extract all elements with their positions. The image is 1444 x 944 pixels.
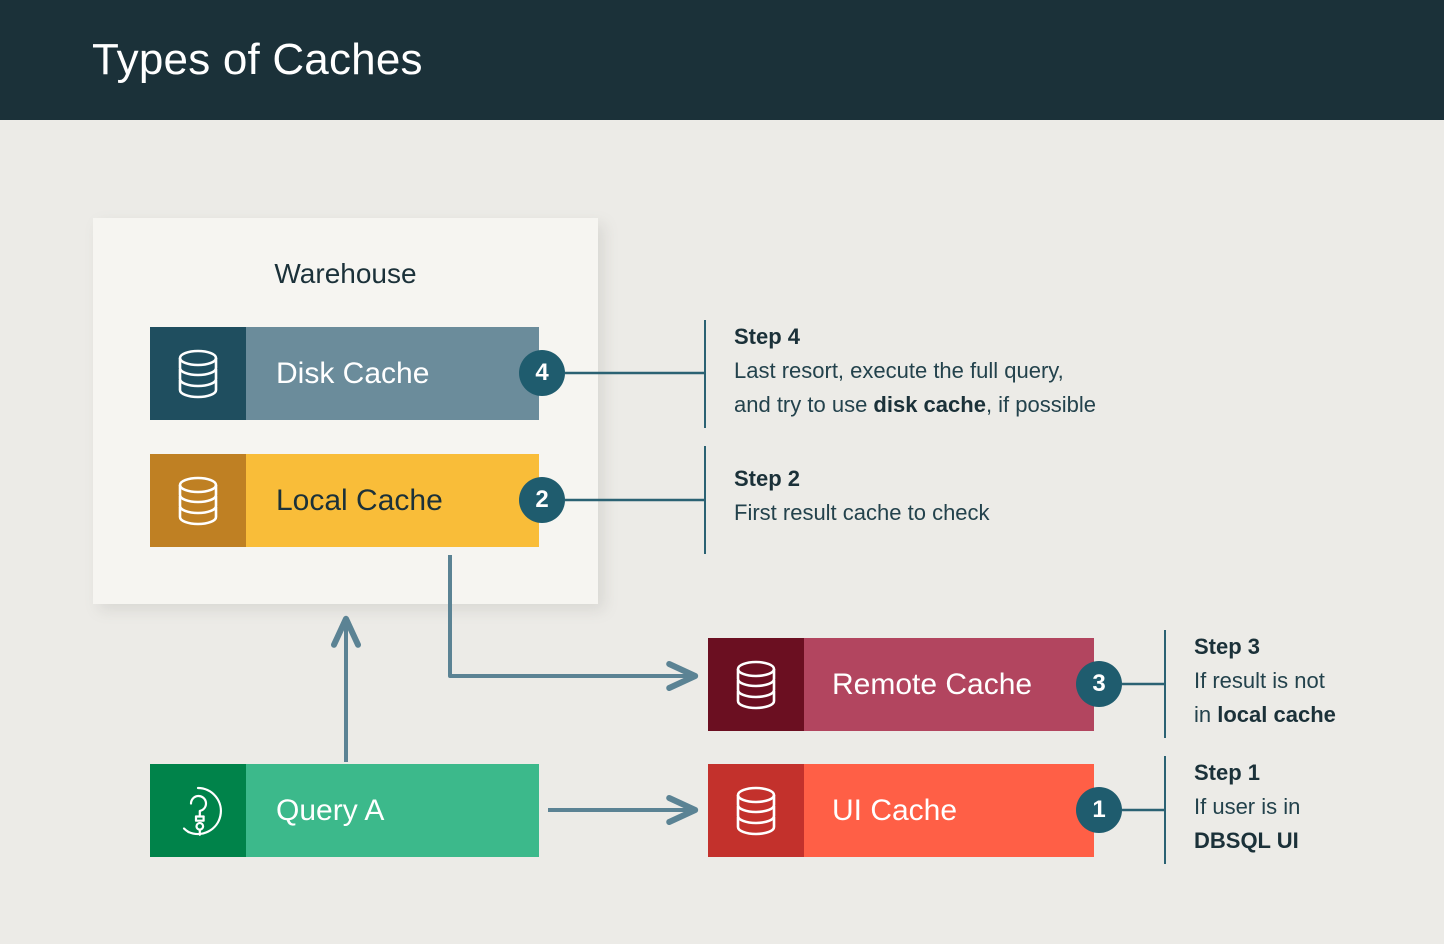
database-icon-glyph — [733, 785, 779, 837]
warehouse-label: Warehouse — [93, 258, 598, 290]
cache-bar-ui-body: UI Cache — [804, 764, 1094, 857]
database-icon-glyph — [175, 475, 221, 527]
cache-bar-disk-body: Disk Cache — [246, 327, 539, 420]
step-title-4: Step 4 — [734, 320, 1096, 354]
step-title-3: Step 3 — [1194, 630, 1336, 664]
step-bracket-2 — [704, 446, 706, 554]
step-badge-1[interactable]: 1 — [1076, 787, 1122, 833]
database-icon-glyph — [175, 348, 221, 400]
step-badge-4[interactable]: 4 — [519, 350, 565, 396]
cache-bar-ui-label: UI Cache — [804, 794, 957, 828]
database-icon — [708, 638, 804, 731]
question-mark-circle-icon — [150, 764, 246, 857]
step-desc-4-line2: and try to use disk cache, if possible — [734, 388, 1096, 422]
step-title-1: Step 1 — [1194, 756, 1300, 790]
step-text-2: Step 2 First result cache to check — [734, 462, 990, 530]
step-text-3: Step 3 If result is not in local cache — [1194, 630, 1336, 732]
step-badge-3[interactable]: 3 — [1076, 661, 1122, 707]
step-desc-3-line1: If result is not — [1194, 664, 1336, 698]
step-bracket-3 — [1164, 630, 1166, 738]
step-desc-3-line2-pre: in — [1194, 702, 1217, 727]
step-text-1: Step 1 If user is in DBSQL UI — [1194, 756, 1300, 858]
database-icon-glyph — [733, 659, 779, 711]
step-desc-4-line2-pre: and try to use — [734, 392, 873, 417]
step-bracket-1 — [1164, 756, 1166, 864]
cache-bar-remote[interactable]: Remote Cache — [708, 638, 1094, 731]
step-block-2: Step 2 First result cache to check — [704, 446, 1224, 554]
query-bar-body: Query A — [246, 764, 539, 857]
step-badge-2[interactable]: 2 — [519, 477, 565, 523]
cache-bar-remote-label: Remote Cache — [804, 668, 1032, 702]
step-text-4: Step 4 Last resort, execute the full que… — [734, 320, 1096, 422]
cache-bar-disk-label: Disk Cache — [246, 357, 429, 391]
step-desc-2-line1: First result cache to check — [734, 496, 990, 530]
step-desc-3-line2: in local cache — [1194, 698, 1336, 732]
diagram-canvas: Types of Caches Warehouse — [0, 0, 1444, 944]
question-mark-circle-icon-glyph — [170, 783, 226, 839]
step-block-1: Step 1 If user is in DBSQL UI — [1164, 756, 1434, 864]
step-desc-4-line2-bold: disk cache — [873, 392, 986, 417]
query-bar[interactable]: Query A — [150, 764, 539, 857]
cache-bar-local-label: Local Cache — [246, 484, 443, 518]
step-block-4: Step 4 Last resort, execute the full que… — [704, 320, 1224, 428]
database-icon — [708, 764, 804, 857]
cache-bar-ui[interactable]: UI Cache — [708, 764, 1094, 857]
page-header: Types of Caches — [0, 0, 1444, 120]
step-desc-1-line1: If user is in — [1194, 790, 1300, 824]
database-icon — [150, 454, 246, 547]
step-desc-1-line2: DBSQL UI — [1194, 824, 1300, 858]
step-desc-3-line2-bold: local cache — [1217, 702, 1336, 727]
cache-bar-local[interactable]: Local Cache — [150, 454, 539, 547]
query-bar-label: Query A — [246, 794, 384, 828]
step-desc-4-line1: Last resort, execute the full query, — [734, 354, 1096, 388]
step-title-2: Step 2 — [734, 462, 990, 496]
cache-bar-remote-body: Remote Cache — [804, 638, 1094, 731]
page-title: Types of Caches — [92, 30, 423, 90]
step-bracket-4 — [704, 320, 706, 428]
database-icon — [150, 327, 246, 420]
step-desc-1-line2-bold: DBSQL UI — [1194, 828, 1299, 853]
step-block-3: Step 3 If result is not in local cache — [1164, 630, 1434, 738]
cache-bar-disk[interactable]: Disk Cache — [150, 327, 539, 420]
cache-bar-local-body: Local Cache — [246, 454, 539, 547]
step-desc-4-line2-post: , if possible — [986, 392, 1096, 417]
